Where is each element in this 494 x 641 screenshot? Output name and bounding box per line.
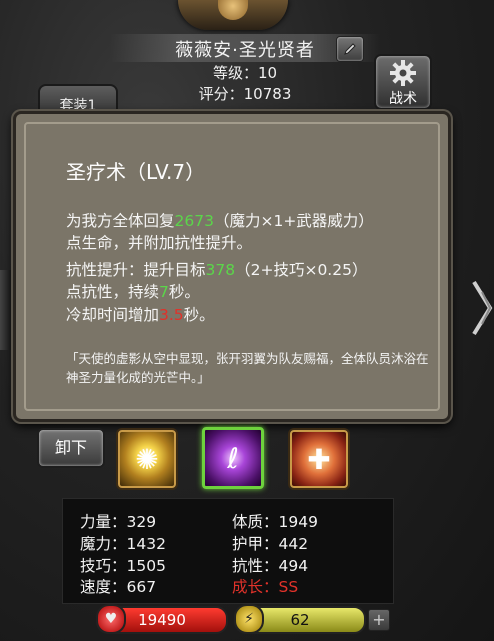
skill-desc-line3: 抗性提升：提升目标378（2+技巧×0.25） <box>66 261 368 279</box>
unequip-button[interactable]: 卸下 <box>37 428 105 468</box>
sun-burst-icon: ✺ <box>135 442 159 476</box>
edit-name-button[interactable] <box>336 36 364 62</box>
stat-speed: 速度：667 <box>80 578 157 596</box>
add-energy-button[interactable]: + <box>368 609 390 631</box>
stat-constitution: 体质：1949 <box>232 513 318 531</box>
skill-tooltip: 圣疗术（LV.7） 为我方全体回复2673（魔力×1+武器威力） 点生命，并附加… <box>13 111 451 422</box>
resist-amount: 378 <box>205 261 236 279</box>
heal-amount: 2673 <box>174 212 214 230</box>
stat-skill: 技巧：1505 <box>80 557 166 575</box>
next-arrow-icon[interactable] <box>470 278 494 338</box>
heart-icon: ♥ <box>96 604 126 634</box>
hero-score: 评分：10783 <box>198 85 292 103</box>
pencil-icon <box>344 43 356 55</box>
skill-title: 圣疗术（LV.7） <box>66 160 206 184</box>
skill-flavor-text: 「天使的虚影从空中显现，张开羽翼为队友赐福，全体队员沐浴在神圣力量化成的光芒中。… <box>66 351 429 385</box>
lightning-icon: ⚡ <box>234 604 264 634</box>
stat-growth: 成长：SS <box>232 578 299 596</box>
stat-magic: 魔力：1432 <box>80 535 166 553</box>
stat-armor: 护甲：442 <box>232 535 309 553</box>
skill-slot-3[interactable]: ✚ <box>290 430 348 488</box>
cooldown-value: 3.5 <box>159 306 184 324</box>
tactics-button[interactable]: 战术 <box>374 54 432 110</box>
angel-shield-icon: ✚ <box>307 442 331 476</box>
duration-value: 7 <box>159 283 169 301</box>
holy-heal-icon: ℓ <box>227 441 239 475</box>
skill-desc-line4: 点抗性，持续7秒。 <box>66 283 200 301</box>
tactics-label: 战术 <box>389 91 417 107</box>
skill-slot-1[interactable]: ✺ <box>118 430 176 488</box>
skill-desc-line1: 为我方全体回复2673（魔力×1+武器威力） <box>66 212 374 230</box>
skill-desc-line2: 点生命，并附加抗性提升。 <box>66 234 253 252</box>
stat-resistance: 抗性：494 <box>232 557 309 575</box>
hero-level: 等级：10 <box>212 64 278 82</box>
skill-desc-line5: 冷却时间增加3.5秒。 <box>66 306 215 324</box>
hero-name: 薇薇安·圣光贤者 <box>175 40 315 61</box>
left-panel-edge <box>0 270 12 350</box>
stat-strength: 力量：329 <box>80 513 157 531</box>
skill-slot-2-selected[interactable]: ℓ <box>202 427 264 489</box>
gear-icon <box>390 60 416 86</box>
